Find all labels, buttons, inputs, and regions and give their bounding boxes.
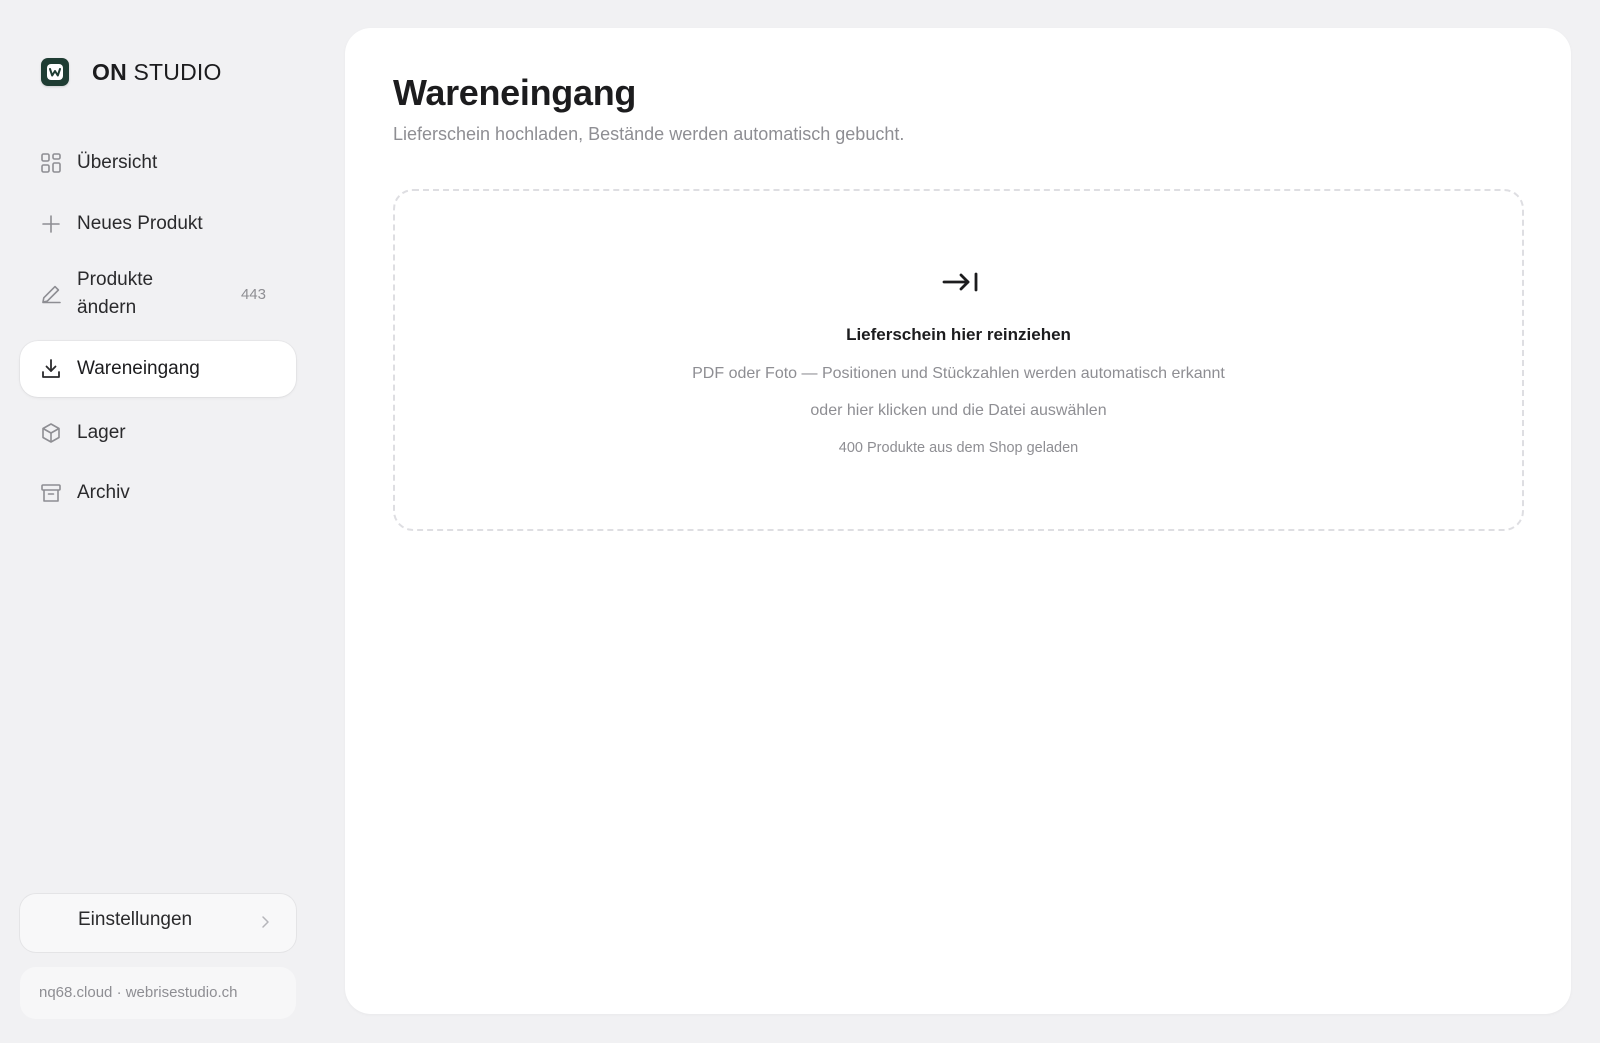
page-title: Wareneingang [393, 72, 637, 113]
sidebar-item-label: Lager [77, 422, 126, 443]
brand-name-bold: ON [92, 58, 127, 85]
brand[interactable]: ON STUDIO [41, 58, 222, 86]
upload-dropzone[interactable]: Lieferschein hier reinziehen PDF oder Fo… [393, 189, 1524, 531]
dropzone-hint: PDF oder Foto — Positionen und Stückzahl… [692, 365, 1225, 382]
footer-info: nq68.cloud · webrisestudio.ch [20, 967, 296, 1019]
dropzone-title: Lieferschein hier reinziehen [846, 325, 1071, 344]
app-root: ON STUDIO Übersicht Neues Produkt Produk… [0, 0, 1600, 1043]
sidebar-item-label: Archiv [77, 482, 130, 503]
settings-label: Einstellungen [78, 909, 193, 930]
footer-text: nq68.cloud · webrisestudio.ch [39, 984, 238, 1001]
sidebar-item-lager[interactable]: Lager [20, 415, 296, 451]
count-badge: 443 [240, 285, 266, 303]
sidebar-item-archiv[interactable]: Archiv [20, 475, 296, 511]
w-logo-icon [41, 58, 69, 86]
plus-icon [39, 212, 63, 236]
sidebar-item-label: Übersicht [77, 152, 158, 173]
sidebar-item-produkte-aendern[interactable]: Produkte ändern 443 [20, 266, 296, 322]
brand-name-light: STUDIO [133, 58, 222, 85]
dropzone-status: 400 Produkte aus dem Shop geladen [838, 440, 1079, 456]
sidebar-item-label: Neues Produkt [77, 213, 203, 234]
page-subtitle: Lieferschein hochladen, Bestände werden … [393, 124, 905, 144]
brand-name: ON STUDIO [92, 59, 222, 86]
box-icon [39, 421, 63, 445]
archive-icon [39, 481, 63, 505]
dropzone-click-hint: oder hier klicken und die Datei auswähle… [810, 402, 1107, 419]
download-icon [39, 357, 63, 381]
sidebar: ON STUDIO Übersicht Neues Produkt Produk… [0, 0, 320, 1043]
main-panel: Wareneingang Lieferschein hochladen, Bes… [345, 28, 1571, 1014]
arrow-to-line-icon [941, 267, 981, 297]
sidebar-item-wareneingang[interactable]: Wareneingang [20, 341, 296, 397]
sidebar-item-label: Wareneingang [77, 358, 200, 379]
sidebar-item-label: Produkte ändern [77, 269, 154, 318]
sidebar-item-uebersicht[interactable]: Übersicht [20, 145, 296, 181]
sidebar-item-neues-produkt[interactable]: Neues Produkt [20, 206, 296, 242]
settings-button[interactable]: Einstellungen [20, 894, 296, 952]
grid-icon [39, 151, 63, 175]
chevron-right-icon [260, 914, 270, 935]
pencil-icon [39, 282, 63, 306]
